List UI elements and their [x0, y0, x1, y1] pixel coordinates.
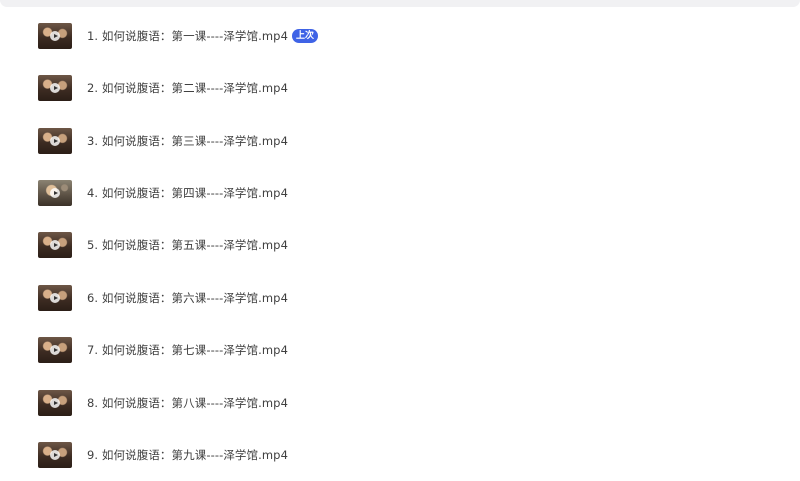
- video-title: 1. 如何说腹语：第一课----泽学馆.mp4: [87, 29, 288, 43]
- video-title: 3. 如何说腹语：第三课----泽学馆.mp4: [87, 134, 288, 148]
- video-title: 6. 如何说腹语：第六课----泽学馆.mp4: [87, 291, 288, 305]
- video-title: 8. 如何说腹语：第八课----泽学馆.mp4: [87, 396, 288, 410]
- play-icon: [50, 31, 60, 41]
- video-thumbnail-icon: [38, 128, 72, 154]
- video-thumbnail-icon: [38, 442, 72, 468]
- video-title: 4. 如何说腹语：第四课----泽学馆.mp4: [87, 186, 288, 200]
- video-title: 2. 如何说腹语：第二课----泽学馆.mp4: [87, 81, 288, 95]
- play-icon: [50, 188, 60, 198]
- video-thumbnail-icon: [38, 337, 72, 363]
- list-item[interactable]: 1. 如何说腹语：第一课----泽学馆.mp4 上次: [38, 23, 319, 49]
- list-item[interactable]: 8. 如何说腹语：第八课----泽学馆.mp4: [38, 390, 288, 416]
- video-thumbnail-icon: [38, 390, 72, 416]
- play-icon: [50, 83, 60, 93]
- play-icon: [50, 450, 60, 460]
- video-title: 7. 如何说腹语：第七课----泽学馆.mp4: [87, 343, 288, 357]
- list-item[interactable]: 2. 如何说腹语：第二课----泽学馆.mp4: [38, 75, 288, 101]
- list-item[interactable]: 4. 如何说腹语：第四课----泽学馆.mp4: [38, 180, 288, 206]
- last-watched-badge: 上次: [292, 29, 319, 43]
- play-icon: [50, 136, 60, 146]
- video-thumbnail-icon: [38, 180, 72, 206]
- video-title: 5. 如何说腹语：第五课----泽学馆.mp4: [87, 238, 288, 252]
- video-title: 9. 如何说腹语：第九课----泽学馆.mp4: [87, 448, 288, 462]
- video-thumbnail-icon: [38, 285, 72, 311]
- list-item[interactable]: 9. 如何说腹语：第九课----泽学馆.mp4: [38, 442, 288, 468]
- list-item[interactable]: 6. 如何说腹语：第六课----泽学馆.mp4: [38, 285, 288, 311]
- video-thumbnail-icon: [38, 232, 72, 258]
- list-item[interactable]: 5. 如何说腹语：第五课----泽学馆.mp4: [38, 232, 288, 258]
- play-icon: [50, 345, 60, 355]
- video-list: 1. 如何说腹语：第一课----泽学馆.mp4 上次 2. 如何说腹语：第二课-…: [0, 0, 800, 481]
- list-item[interactable]: 3. 如何说腹语：第三课----泽学馆.mp4: [38, 128, 288, 154]
- play-icon: [50, 293, 60, 303]
- video-thumbnail-icon: [38, 23, 72, 49]
- play-icon: [50, 398, 60, 408]
- list-item[interactable]: 7. 如何说腹语：第七课----泽学馆.mp4: [38, 337, 288, 363]
- video-thumbnail-icon: [38, 75, 72, 101]
- play-icon: [50, 240, 60, 250]
